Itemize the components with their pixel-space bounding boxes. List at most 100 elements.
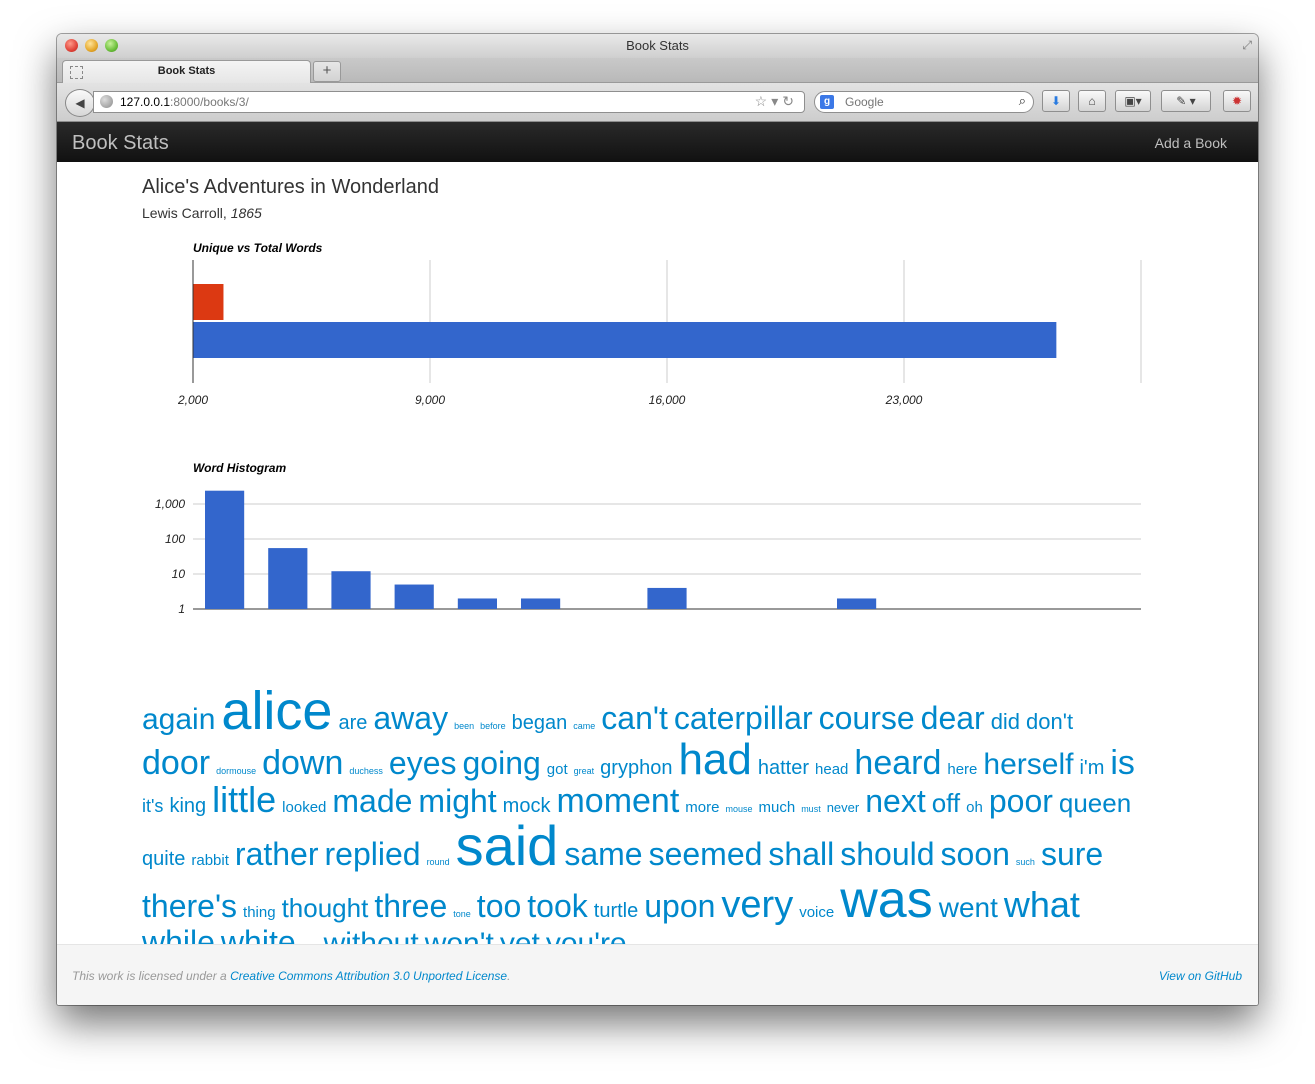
cloud-word[interactable]: away: [373, 702, 448, 734]
cloud-word[interactable]: don't: [1026, 711, 1073, 733]
cloud-word[interactable]: might: [418, 785, 496, 817]
new-tab-button[interactable]: +: [313, 61, 341, 82]
cloud-word[interactable]: gryphon: [600, 758, 672, 778]
cloud-word[interactable]: again: [142, 705, 215, 735]
back-button[interactable]: ◀: [65, 89, 95, 117]
cloud-word[interactable]: is: [1110, 746, 1135, 780]
cloud-word[interactable]: had: [678, 738, 751, 782]
cloud-word[interactable]: mouse: [725, 805, 752, 814]
cloud-word[interactable]: said: [456, 818, 559, 874]
cloud-word[interactable]: oh: [966, 800, 983, 815]
cloud-word[interactable]: can't: [601, 702, 668, 734]
cloud-word[interactable]: here: [947, 762, 977, 777]
address-bar[interactable]: 127.0.0.1:8000/books/3/ ☆▾↻: [93, 91, 805, 113]
cloud-word[interactable]: got: [547, 762, 568, 777]
cloud-word[interactable]: took: [527, 890, 587, 922]
cloud-word[interactable]: course: [819, 702, 915, 734]
cloud-word[interactable]: what: [1004, 887, 1080, 923]
cloud-word[interactable]: very: [721, 886, 793, 924]
cloud-word[interactable]: much: [759, 800, 796, 815]
bookmarks-icon[interactable]: ▣▾: [1115, 90, 1151, 112]
cloud-word[interactable]: i'm: [1079, 758, 1104, 778]
home-icon[interactable]: ⌂: [1078, 90, 1106, 112]
cloud-word[interactable]: turtle: [594, 901, 638, 921]
cloud-word[interactable]: sure: [1041, 838, 1103, 870]
cloud-word[interactable]: next: [865, 785, 925, 817]
cloud-word[interactable]: began: [512, 713, 568, 733]
cloud-word[interactable]: seemed: [649, 838, 763, 870]
cloud-word[interactable]: thing: [243, 905, 276, 920]
cloud-word[interactable]: king: [169, 796, 206, 816]
fullscreen-icon[interactable]: ⤢: [1242, 38, 1252, 53]
cloud-word[interactable]: great: [574, 767, 595, 776]
cloud-word[interactable]: herself: [983, 750, 1073, 780]
cloud-word[interactable]: little: [212, 782, 276, 818]
cloud-word[interactable]: hatter: [758, 758, 809, 778]
search-box[interactable]: g ⌕: [814, 91, 1034, 113]
add-book-link[interactable]: Add a Book: [1155, 135, 1227, 151]
site-brand[interactable]: Book Stats: [72, 132, 169, 155]
cloud-word[interactable]: there's: [142, 890, 237, 922]
bar: [647, 587, 687, 609]
cloud-word[interactable]: dear: [921, 702, 985, 734]
cloud-word[interactable]: head: [815, 762, 848, 777]
downloads-icon[interactable]: ⬇: [1042, 90, 1070, 112]
cloud-word[interactable]: mock: [503, 796, 551, 816]
cloud-word[interactable]: dormouse: [216, 767, 256, 776]
cloud-word[interactable]: heard: [854, 746, 941, 780]
cloud-word[interactable]: looked: [282, 800, 326, 815]
cloud-word[interactable]: went: [939, 894, 998, 922]
extensions-icon[interactable]: ✎ ▾: [1161, 90, 1211, 112]
cloud-word[interactable]: made: [332, 785, 412, 817]
cloud-word[interactable]: soon: [941, 838, 1010, 870]
tab-book-stats[interactable]: Book Stats: [62, 60, 311, 83]
cloud-word[interactable]: thought: [282, 895, 369, 921]
star-icon[interactable]: ☆: [755, 93, 772, 109]
cloud-word[interactable]: shall: [768, 838, 834, 870]
cloud-word[interactable]: voice: [799, 905, 834, 920]
reload-icon[interactable]: ↻: [782, 93, 798, 109]
cloud-word[interactable]: rabbit: [191, 853, 229, 868]
addon-icon[interactable]: ✹: [1223, 90, 1251, 112]
cloud-word[interactable]: caterpillar: [674, 702, 813, 734]
cloud-word[interactable]: been: [454, 722, 474, 731]
cloud-word[interactable]: going: [463, 747, 541, 779]
cloud-word[interactable]: such: [1016, 858, 1035, 867]
cloud-word[interactable]: queen: [1059, 790, 1131, 816]
cloud-word[interactable]: down: [262, 746, 343, 780]
cloud-word[interactable]: must: [801, 805, 821, 814]
cloud-word[interactable]: eyes: [389, 747, 457, 779]
history-dropdown-icon[interactable]: ▾: [771, 93, 782, 109]
cloud-word[interactable]: duchess: [349, 767, 383, 776]
cloud-word[interactable]: before: [480, 722, 506, 731]
license-link[interactable]: Creative Commons Attribution 3.0 Unporte…: [230, 969, 507, 983]
cloud-word[interactable]: same: [564, 838, 642, 870]
cloud-word[interactable]: should: [840, 838, 934, 870]
cloud-word[interactable]: round: [427, 858, 450, 867]
y-tick-label: 1: [178, 602, 185, 616]
cloud-word[interactable]: three: [374, 890, 447, 922]
magnifier-icon[interactable]: ⌕: [1019, 93, 1026, 109]
cloud-word[interactable]: too: [477, 890, 521, 922]
cloud-word[interactable]: moment: [556, 784, 679, 818]
cloud-word[interactable]: alice: [221, 684, 332, 738]
cloud-word[interactable]: quite: [142, 849, 185, 869]
cloud-word[interactable]: more: [685, 800, 719, 815]
cloud-word[interactable]: off: [932, 790, 960, 816]
cloud-word[interactable]: it's: [142, 797, 163, 815]
cloud-word[interactable]: tone: [453, 910, 471, 919]
cloud-word[interactable]: did: [991, 711, 1020, 733]
cloud-word[interactable]: came: [573, 722, 595, 731]
google-icon[interactable]: g: [820, 95, 834, 109]
cloud-word[interactable]: poor: [989, 785, 1053, 817]
cloud-word[interactable]: never: [827, 801, 860, 814]
github-link[interactable]: View on GitHub: [1159, 969, 1242, 983]
cloud-word[interactable]: upon: [644, 890, 715, 922]
cloud-word[interactable]: was: [840, 874, 932, 926]
cloud-word[interactable]: are: [338, 713, 367, 733]
license-text: This work is licensed under a Creative C…: [72, 969, 510, 983]
search-input[interactable]: [845, 95, 995, 109]
cloud-word[interactable]: door: [142, 746, 210, 780]
cloud-word[interactable]: replied: [325, 838, 421, 870]
cloud-word[interactable]: rather: [235, 838, 319, 870]
